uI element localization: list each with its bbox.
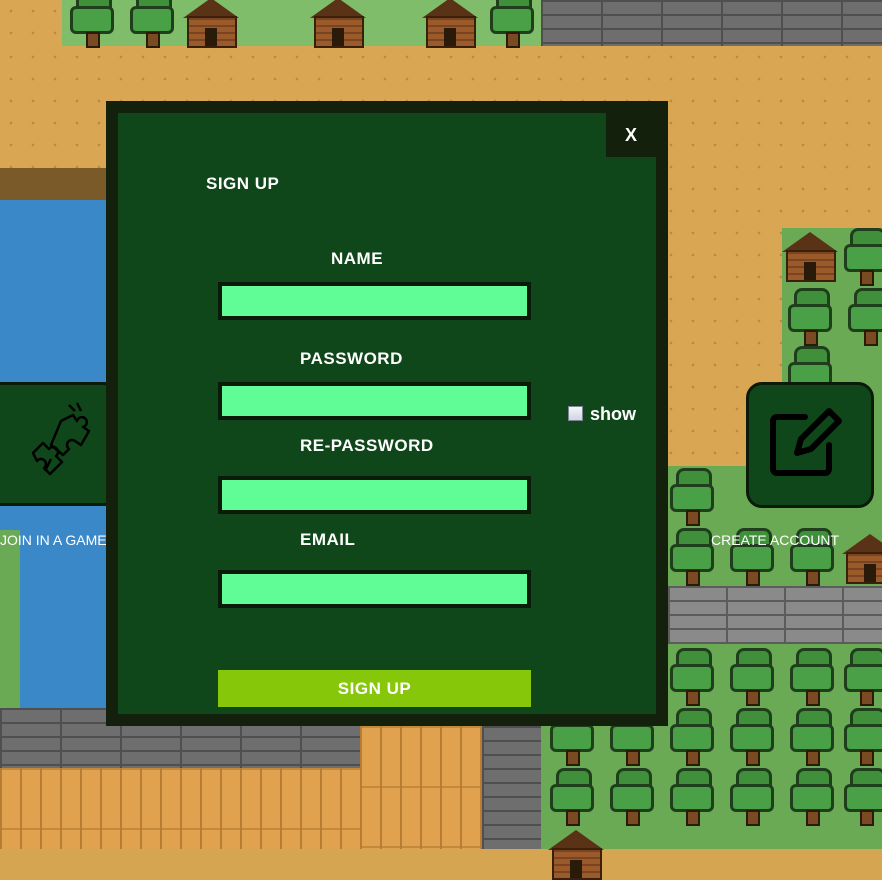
email-field[interactable] (218, 570, 531, 608)
tree (842, 228, 882, 286)
password-field[interactable] (218, 382, 531, 420)
puzzle-pieces-icon (23, 401, 103, 486)
tree (728, 768, 774, 826)
stone-wall (482, 726, 542, 849)
tree (842, 768, 882, 826)
tree (668, 468, 714, 526)
tree (668, 768, 714, 826)
tree (488, 0, 534, 48)
tree (728, 648, 774, 706)
house (548, 830, 604, 880)
join-game-label[interactable]: JOIN IN A GAME (0, 532, 107, 548)
create-account-tile[interactable] (746, 382, 874, 508)
email-label: EMAIL (300, 530, 356, 549)
join-game-tile[interactable] (0, 382, 120, 506)
house (782, 232, 838, 282)
tree (68, 0, 114, 48)
sand-ground (0, 0, 62, 46)
wood-floor (360, 726, 482, 849)
tree (728, 708, 774, 766)
dialog-title: SIGN UP (206, 174, 280, 193)
tree (846, 288, 882, 346)
tree (128, 0, 174, 48)
password-label: PASSWORD (300, 349, 403, 368)
name-field[interactable] (218, 282, 531, 320)
stone-wall (541, 0, 882, 46)
close-button[interactable]: X (606, 113, 656, 157)
tree (548, 768, 594, 826)
tree (842, 648, 882, 706)
tree (842, 708, 882, 766)
edit-square-icon (767, 403, 847, 488)
tree (608, 768, 654, 826)
grass-patch (0, 530, 20, 710)
house (422, 0, 478, 48)
create-account-label[interactable]: CREATE ACCOUNT (711, 532, 839, 548)
repassword-label: RE-PASSWORD (300, 436, 434, 455)
stone-wall (668, 586, 882, 644)
wood-floor (0, 768, 360, 849)
show-password-checkbox[interactable] (568, 406, 583, 421)
house (183, 0, 239, 48)
house (842, 534, 882, 584)
tree (668, 648, 714, 706)
riverbank (0, 168, 106, 202)
tree (788, 708, 834, 766)
house (310, 0, 366, 48)
tree (668, 708, 714, 766)
tree (788, 768, 834, 826)
tree (786, 288, 832, 346)
tree (788, 648, 834, 706)
tree (668, 528, 714, 586)
show-password-label[interactable]: show (590, 404, 636, 425)
name-label: NAME (331, 249, 384, 268)
signup-button[interactable]: SIGN UP (218, 670, 531, 707)
repassword-field[interactable] (218, 476, 531, 514)
